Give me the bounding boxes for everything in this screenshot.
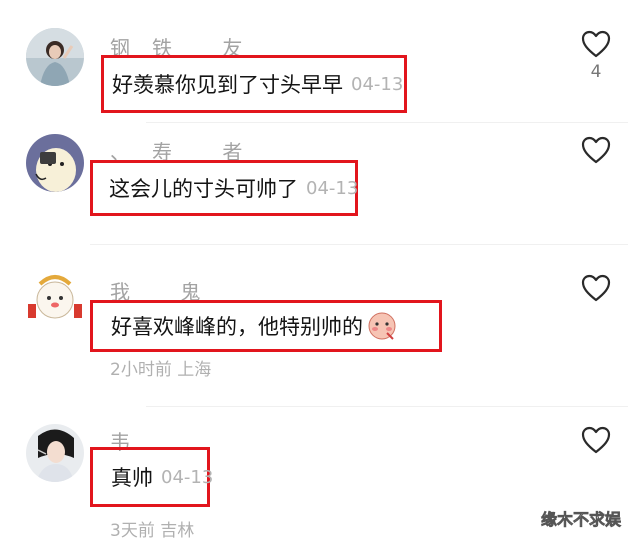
comment-text: 好羡慕你见到了寸头早早	[112, 73, 343, 97]
avatar[interactable]	[26, 134, 84, 192]
avatar[interactable]	[26, 424, 84, 482]
heart-outline-icon	[581, 274, 611, 302]
comment-date: 04-13	[161, 466, 214, 488]
blush-emoji-icon	[367, 311, 397, 341]
like-button[interactable]	[578, 426, 614, 454]
heart-outline-icon	[581, 30, 611, 58]
like-button[interactable]	[578, 274, 614, 302]
comment-content-highlight: 这会儿的寸头可帅了 04-13	[90, 160, 358, 216]
divider	[146, 406, 628, 407]
like-button[interactable]: 4	[578, 30, 614, 82]
comment-content-highlight: 好喜欢峰峰的，他特别帅的	[90, 300, 442, 352]
divider	[90, 244, 628, 245]
watermark: 缘木不求娱	[541, 510, 622, 530]
comment-meta: 3天前 吉林	[110, 521, 195, 541]
heart-outline-icon	[581, 136, 611, 164]
comment-meta: 2小时前 上海	[110, 360, 212, 380]
comment-date: 04-13	[351, 73, 404, 95]
heart-outline-icon	[581, 426, 611, 454]
like-button[interactable]	[578, 136, 614, 164]
like-count: 4	[590, 62, 602, 82]
avatar[interactable]	[24, 266, 86, 328]
comment-text: 这会儿的寸头可帅了	[109, 177, 298, 201]
avatar[interactable]	[26, 28, 84, 86]
divider	[146, 122, 628, 123]
comment-content-highlight: 好羡慕你见到了寸头早早 04-13	[101, 55, 407, 113]
comment-text: 真帅	[111, 466, 153, 490]
comment-content-highlight: 真帅 04-13	[90, 447, 214, 507]
comment-date: 04-13	[306, 177, 359, 199]
comment-text: 好喜欢峰峰的，他特别帅的	[111, 315, 363, 339]
